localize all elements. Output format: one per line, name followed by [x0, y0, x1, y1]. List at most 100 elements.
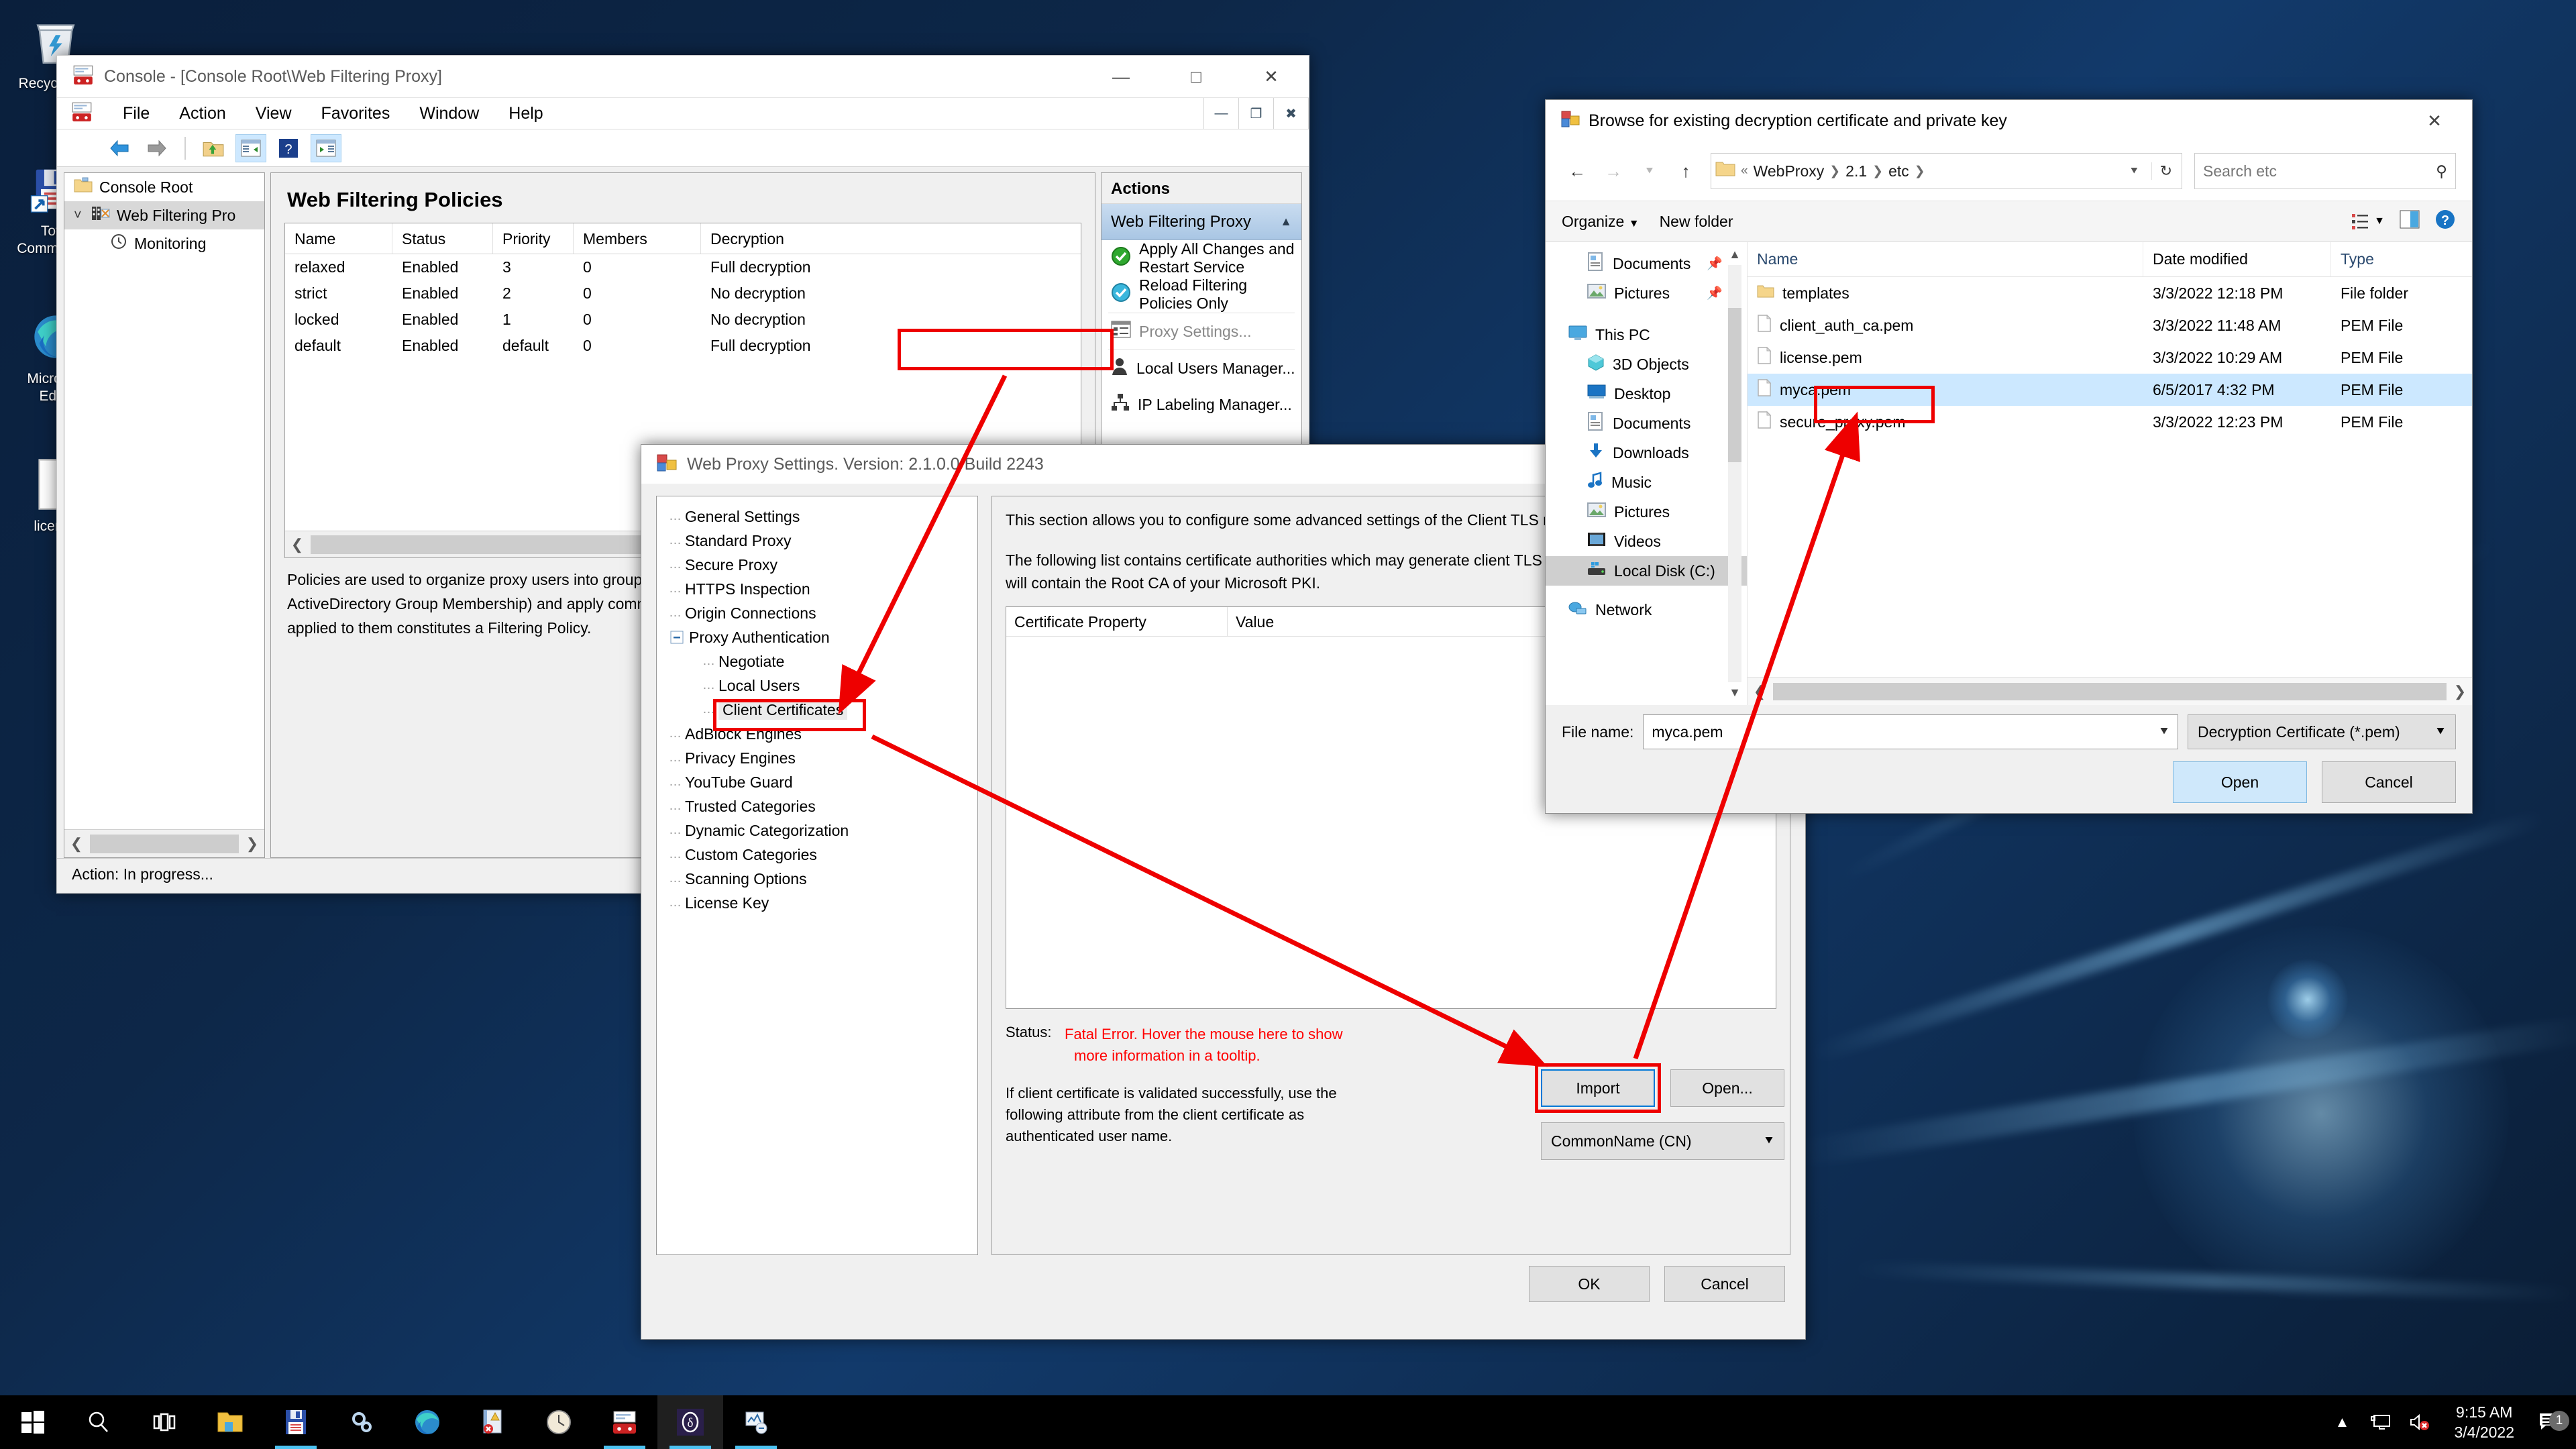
file-list-header[interactable]: Name Date modified Type — [1748, 242, 2472, 277]
mdi-child-buttons[interactable]: — ❐ ✖ — [1203, 98, 1309, 129]
action-apply-all-changes[interactable]: Apply All Changes and Restart Service — [1102, 240, 1301, 276]
wps-tree-item-dynamic-categorization[interactable]: … Dynamic Categorization — [657, 818, 977, 843]
search-button[interactable] — [66, 1395, 131, 1449]
column-header-priority[interactable]: Priority — [493, 223, 574, 254]
menu-item-file[interactable]: File — [108, 101, 164, 126]
table-row[interactable]: relaxed Enabled 3 0 Full decryption — [285, 254, 1081, 280]
open-button[interactable]: Open — [2173, 761, 2307, 803]
wps-tree-item-privacy-engines[interactable]: … Privacy Engines — [657, 746, 977, 770]
scroll-right-button[interactable]: ❯ — [2448, 683, 2472, 700]
close-button[interactable]: ✕ — [1234, 56, 1309, 97]
wps-tree-item-trusted-categories[interactable]: … Trusted Categories — [657, 794, 977, 818]
nav-item-music[interactable]: Music — [1546, 468, 1747, 497]
breadcrumb-separator[interactable]: ❯ — [1915, 164, 1925, 179]
file-browser-dialog[interactable]: Browse for existing decryption certifica… — [1545, 99, 2473, 814]
breadcrumb-item-21[interactable]: 2.1 — [1845, 162, 1867, 180]
search-input[interactable]: Search etc ⚲ — [2194, 153, 2456, 189]
pin-icon[interactable]: 📌 — [1707, 285, 1723, 301]
nav-pane-scrollbar[interactable]: ▲ ▼ — [1728, 248, 1741, 700]
task-view-button[interactable] — [131, 1395, 197, 1449]
attribute-combo[interactable]: CommonName (CN) ⯆ — [1541, 1122, 1784, 1160]
file-name-input[interactable]: myca.pem ⯆ — [1643, 714, 2178, 749]
cancel-button[interactable]: Cancel — [1664, 1266, 1785, 1302]
mmc-titlebar[interactable]: Console - [Console Root\Web Filtering Pr… — [57, 56, 1309, 97]
maximize-button[interactable]: □ — [1159, 56, 1234, 97]
nav-item-videos[interactable]: Videos — [1546, 527, 1747, 556]
cancel-button[interactable]: Cancel — [2322, 761, 2456, 803]
nav-item-network[interactable]: Network — [1546, 595, 1747, 625]
tree-item-console-root[interactable]: Console Root — [64, 173, 264, 201]
table-header-row[interactable]: Name Status Priority Members Decryption — [285, 223, 1081, 254]
wps-tree-item-custom-categories[interactable]: … Custom Categories — [657, 843, 977, 867]
wps-tree-item-youtube-guard[interactable]: … YouTube Guard — [657, 770, 977, 794]
notifications-icon[interactable]: 1 — [2529, 1407, 2571, 1438]
wps-tree-pane[interactable]: … General Settings … Standard Proxy … Se… — [656, 496, 978, 1255]
breadcrumb-overflow-icon[interactable]: « — [1741, 164, 1748, 178]
view-options-icon[interactable]: ▼ — [2351, 213, 2385, 230]
tree-item-web-filtering-proxy[interactable]: ˅ Web Filtering Pro — [64, 201, 264, 229]
nav-item-documents-quick[interactable]: Documents 📌 — [1546, 249, 1747, 278]
wps-tree-item-negotiate[interactable]: … Negotiate — [657, 649, 977, 674]
file-type-filter-combo[interactable]: Decryption Certificate (*.pem) ⯆ — [2188, 714, 2456, 749]
volume-muted-icon[interactable] — [2400, 1407, 2439, 1438]
preview-pane-icon[interactable] — [2400, 210, 2420, 233]
breadcrumb-item-webproxy[interactable]: WebProxy — [1754, 162, 1825, 180]
scroll-right-button[interactable]: ❯ — [240, 835, 264, 853]
mmc-window-buttons[interactable]: — □ ✕ — [1083, 56, 1309, 97]
chevron-down-icon[interactable]: ⯆ — [2435, 724, 2446, 740]
wps-tree-item-standard-proxy[interactable]: … Standard Proxy — [657, 529, 977, 553]
file-explorer-button[interactable] — [197, 1395, 263, 1449]
monitor-app-button[interactable] — [723, 1395, 789, 1449]
refresh-icon[interactable]: ↻ — [2151, 162, 2178, 180]
fbd-titlebar[interactable]: Browse for existing decryption certifica… — [1546, 100, 2472, 142]
mmc-menubar[interactable]: File Action View Favorites Window Help —… — [57, 97, 1309, 129]
organize-button[interactable]: Organize ▼ — [1562, 213, 1640, 231]
mdi-restore-button[interactable]: ❐ — [1239, 98, 1274, 129]
action-proxy-settings[interactable]: Proxy Settings... — [1102, 313, 1301, 350]
help-icon[interactable]: ? — [2434, 209, 2456, 234]
file-row[interactable]: client_auth_ca.pem 3/3/2022 11:48 AM PEM… — [1748, 309, 2472, 341]
wps-tree-item-https-inspection[interactable]: … HTTPS Inspection — [657, 577, 977, 601]
pin-icon[interactable]: 📌 — [1707, 256, 1723, 272]
wps-tree-item-secure-proxy[interactable]: … Secure Proxy — [657, 553, 977, 577]
scroll-thumb[interactable] — [1728, 308, 1741, 462]
wps-tree-item-client-certificates[interactable]: … Client Certificates — [657, 698, 977, 722]
wps-tree-item-origin-connections[interactable]: … Origin Connections — [657, 601, 977, 625]
menu-item-favorites[interactable]: Favorites — [307, 101, 405, 126]
column-header-members[interactable]: Members — [574, 223, 701, 254]
breadcrumb-item-etc[interactable]: etc — [1888, 162, 1909, 180]
help-button[interactable]: ? — [273, 134, 304, 162]
scroll-left-button[interactable]: ❮ — [285, 536, 309, 553]
menu-item-action[interactable]: Action — [164, 101, 240, 126]
file-row[interactable]: secure_proxy.pem 3/3/2022 12:23 PM PEM F… — [1748, 406, 2472, 438]
settings-button[interactable] — [329, 1395, 394, 1449]
wps-tree-item-general-settings[interactable]: … General Settings — [657, 504, 977, 529]
back-icon[interactable]: ← — [1562, 156, 1593, 186]
nav-item-downloads[interactable]: Downloads — [1546, 438, 1747, 468]
show-hidden-icons-icon[interactable]: ▲ — [2322, 1407, 2361, 1438]
action-reload-policies[interactable]: Reload Filtering Policies Only — [1102, 276, 1301, 313]
table-row[interactable]: locked Enabled 1 0 No decryption — [285, 307, 1081, 333]
recent-locations-icon[interactable]: ⯆ — [1634, 156, 1665, 186]
mmc-toolbar[interactable]: ? — [57, 129, 1309, 167]
scroll-left-button[interactable]: ❮ — [64, 835, 89, 853]
file-row[interactable]: templates 3/3/2022 12:18 PM File folder — [1748, 277, 2472, 309]
up-icon[interactable]: ↑ — [1670, 156, 1701, 186]
scroll-left-button[interactable]: ❮ — [1748, 683, 1772, 700]
wps-tree-item-adblock-engines[interactable]: … AdBlock Engines — [657, 722, 977, 746]
address-dropdown-icon[interactable]: ⯆ — [2129, 164, 2145, 178]
mdi-close-button[interactable]: ✖ — [1274, 98, 1309, 129]
wps-tree-item-license-key[interactable]: … License Key — [657, 891, 977, 915]
up-one-level-button[interactable] — [198, 134, 229, 162]
new-folder-button[interactable]: New folder — [1660, 213, 1733, 231]
system-tray[interactable]: ▲ 9:15 AM 3/4/2022 1 — [2322, 1395, 2576, 1449]
table-row[interactable]: strict Enabled 2 0 No decryption — [285, 280, 1081, 307]
show-hide-tree-button[interactable] — [235, 133, 266, 162]
scroll-thumb[interactable] — [1773, 682, 2447, 700]
wps-tree-item-local-users[interactable]: … Local Users — [657, 674, 977, 698]
menu-item-help[interactable]: Help — [494, 101, 557, 126]
column-header-date-modified[interactable]: Date modified — [2143, 242, 2331, 276]
search-icon[interactable]: ⚲ — [2436, 162, 2447, 180]
actions-section-header[interactable]: Web Filtering Proxy ▲ — [1102, 204, 1301, 240]
network-icon[interactable] — [2361, 1407, 2400, 1438]
